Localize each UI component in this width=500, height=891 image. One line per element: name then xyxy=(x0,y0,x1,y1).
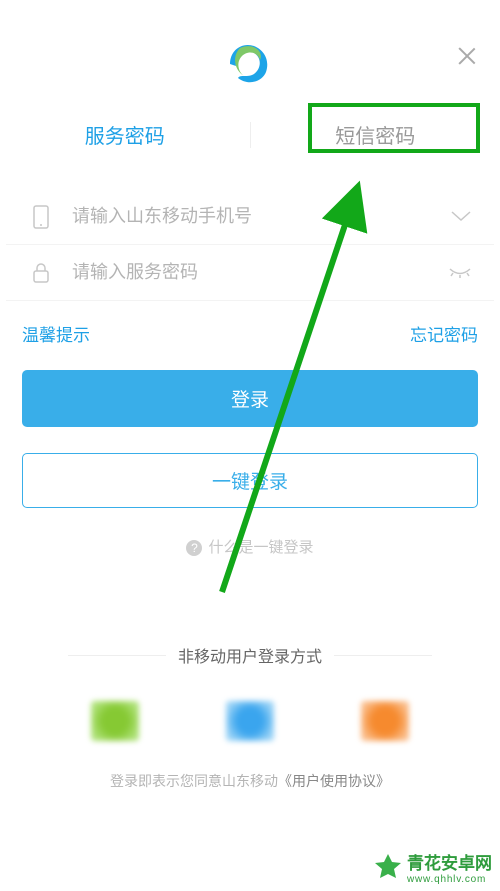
agreement-prefix: 登录即表示您同意山东移动 xyxy=(110,773,278,789)
dropdown-chevron-icon[interactable] xyxy=(450,206,472,227)
phone-input[interactable] xyxy=(54,206,450,227)
agreement-link[interactable]: 《用户使用协议》 xyxy=(278,773,390,789)
alt-login-title: 非移动用户登录方式 xyxy=(0,643,500,667)
watermark-title: 青花安卓网 xyxy=(407,854,492,873)
phone-input-row xyxy=(6,189,494,245)
qq-login-icon[interactable] xyxy=(226,701,274,741)
tab-sms-password[interactable]: 短信密码 xyxy=(251,112,500,157)
lock-icon xyxy=(28,262,54,284)
alt-login-section: 非移动用户登录方式 xyxy=(0,643,500,741)
login-button[interactable]: 登录 xyxy=(22,370,478,427)
question-icon: ? xyxy=(186,540,202,556)
eye-closed-icon[interactable] xyxy=(448,262,472,283)
onekey-help-label: 什么是一键登录 xyxy=(208,539,313,556)
watermark: 青花安卓网 www.qhhlv.com xyxy=(373,849,492,885)
login-tabs: 服务密码 短信密码 xyxy=(0,112,500,157)
wechat-login-icon[interactable] xyxy=(91,701,139,741)
password-input[interactable] xyxy=(54,262,448,283)
agreement-text: 登录即表示您同意山东移动《用户使用协议》 xyxy=(0,771,500,791)
alt-login-icons xyxy=(0,701,500,741)
weibo-login-icon[interactable] xyxy=(361,701,409,741)
links-row: 温馨提示 忘记密码 xyxy=(0,301,500,362)
warm-tip-link[interactable]: 温馨提示 xyxy=(22,321,90,346)
watermark-icon xyxy=(373,852,403,882)
password-input-row xyxy=(6,245,494,301)
app-logo xyxy=(0,28,500,92)
close-icon[interactable] xyxy=(454,43,480,69)
onekey-help-link[interactable]: ? 什么是一键登录 xyxy=(0,536,500,557)
watermark-url: www.qhhlv.com xyxy=(407,874,492,885)
tab-service-password[interactable]: 服务密码 xyxy=(0,112,250,157)
forgot-password-link[interactable]: 忘记密码 xyxy=(410,321,478,346)
phone-icon xyxy=(28,205,54,229)
onekey-login-button[interactable]: 一键登录 xyxy=(22,453,478,508)
